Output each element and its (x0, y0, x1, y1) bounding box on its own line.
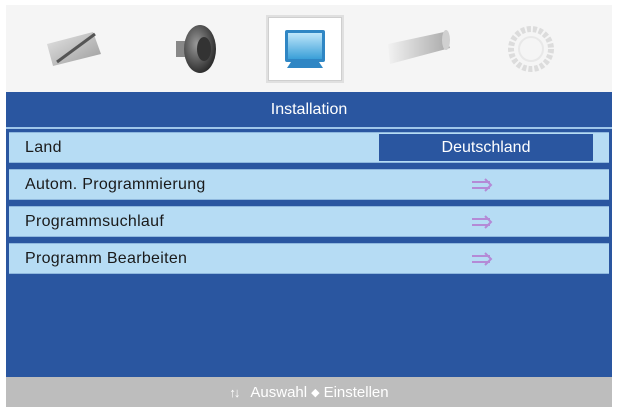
installation-icon[interactable] (266, 15, 344, 83)
menu-title: Installation (6, 93, 612, 129)
setup-icon[interactable] (492, 15, 570, 83)
menu-item-label: Land (25, 139, 62, 156)
help-status-bar: ↑↓ Auswahl ◆ Einstellen (6, 377, 612, 407)
picture-icon[interactable] (36, 15, 114, 83)
select-hint-label: Auswahl (250, 383, 308, 401)
menu-item-programmsuchlauf[interactable]: Programmsuchlauf (9, 206, 609, 237)
sound-icon[interactable] (156, 15, 234, 83)
menu-item-label: Programmsuchlauf (25, 213, 165, 230)
submenu-arrow-icon (472, 215, 493, 229)
submenu-arrow-icon (472, 178, 493, 192)
osd-menu-window: Installation Land Deutschland Autom. Pro… (6, 5, 612, 407)
up-down-arrows-icon: ↑↓ (229, 384, 240, 400)
menu-item-label: Programm Bearbeiten (25, 250, 188, 267)
feature-icon[interactable] (380, 15, 458, 83)
menu-icon-bar (6, 5, 612, 92)
menu-item-programm-bearbeiten[interactable]: Programm Bearbeiten (9, 243, 609, 274)
land-value[interactable]: Deutschland (379, 134, 593, 161)
submenu-arrow-icon (472, 252, 493, 266)
menu-item-land[interactable]: Land Deutschland (9, 132, 609, 163)
confirm-hint-label: Einstellen (323, 383, 389, 401)
menu-item-label: Autom. Programmierung (25, 176, 206, 193)
menu-item-autom-programmierung[interactable]: Autom. Programmierung (9, 169, 609, 200)
confirm-icon: ◆ (311, 386, 320, 399)
